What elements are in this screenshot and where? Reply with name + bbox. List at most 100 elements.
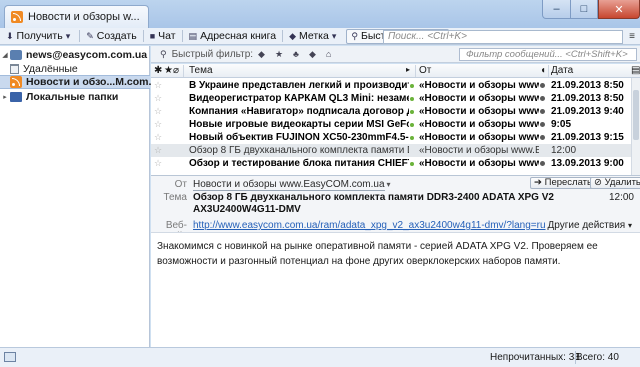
tab-feed[interactable]: Новости и обзоры w... <box>4 5 149 28</box>
get-messages-button[interactable]: ⬇ Получить ▾ <box>2 29 77 44</box>
row-from: «Новости и обзоры www.Ea... <box>419 132 539 143</box>
table-row[interactable]: ☆ Обзор и тестирование блока питания CHI… <box>151 157 631 170</box>
folder-pane: ◢ news@easycom.com.ua Удалённые Новости … <box>0 46 185 347</box>
message-subject: Обзор 8 ГБ двухканального комплекта памя… <box>193 192 554 215</box>
star-filter-icon[interactable]: ★ <box>275 49 283 60</box>
row-date: 21.09.2013 9:15 <box>551 132 624 143</box>
row-from: «Новости и обзоры www.Ea... <box>419 106 539 117</box>
chevron-down-icon: ▾ <box>331 30 337 41</box>
row-from: «Новости и обзоры www.Ea... <box>419 93 539 104</box>
unread-dot <box>410 97 414 101</box>
download-icon: ⬇ <box>6 30 14 41</box>
other-actions-button[interactable]: Другие действия ▾ <box>548 220 632 231</box>
read-status-icon[interactable] <box>540 161 545 166</box>
attachment-column-icon[interactable]: ⌀ <box>173 65 179 76</box>
compose-button[interactable]: ✎ Создать <box>82 29 140 44</box>
row-date: 21.09.2013 8:50 <box>551 93 624 104</box>
column-date[interactable]: Дата <box>551 65 573 76</box>
table-row[interactable]: ☆ Новый объектив FUJINON XC50-230mmF4.5-… <box>151 131 631 144</box>
row-date: 12:00 <box>551 145 577 156</box>
close-button[interactable]: ✕ <box>598 0 640 19</box>
message-body: Знакомимся с новинкой на рынке оперативн… <box>151 232 640 347</box>
star-icon[interactable]: ☆ <box>154 157 162 170</box>
unread-filter-icon[interactable]: ◆ <box>258 49 265 60</box>
folder-feed[interactable]: Новости и обзо...M.com.ua (33) <box>0 75 185 89</box>
maximize-button[interactable]: □ <box>571 0 598 19</box>
column-from[interactable]: От <box>419 65 431 76</box>
menu-icon[interactable]: ≡ <box>626 30 638 44</box>
chevron-down-icon[interactable]: ▾ <box>387 180 391 189</box>
read-status-icon[interactable] <box>540 109 545 114</box>
status-bar: Непрочитанных: 33 Всего: 40 <box>0 347 640 367</box>
contact-filter-icon[interactable]: ♣ <box>293 49 299 59</box>
column-picker-icon[interactable]: ▤ <box>631 65 640 76</box>
chat-button[interactable]: ■ Чат <box>146 29 180 44</box>
collapse-icon[interactable]: ◢ <box>0 51 10 59</box>
search-input[interactable]: Поиск... <Ctrl+K> <box>383 30 623 44</box>
star-column-icon[interactable]: ★ <box>164 65 173 76</box>
row-date: 9:05 <box>551 119 572 130</box>
read-status-icon[interactable] <box>540 96 545 101</box>
thread-column-icon[interactable]: ✱ <box>154 65 162 76</box>
minimize-button[interactable]: ‒ <box>542 0 571 19</box>
pin-icon[interactable]: ⚲ <box>160 49 167 60</box>
addressbook-button[interactable]: ▤ Адресная книга <box>185 29 281 44</box>
unread-count: Непрочитанных: 33 <box>490 352 580 363</box>
toolbar-separator <box>181 30 183 42</box>
toolbar-separator <box>282 30 284 42</box>
attachment-filter-icon[interactable]: ⌂ <box>326 49 331 59</box>
star-icon[interactable]: ☆ <box>154 105 162 118</box>
table-row[interactable]: ☆ Видеорегистратор КАРКАМ QL3 Mini: неза… <box>151 92 631 105</box>
star-icon[interactable]: ☆ <box>154 144 162 157</box>
row-date: 13.09.2013 9:00 <box>551 158 624 169</box>
row-date: 21.09.2013 8:50 <box>551 80 624 91</box>
folder-account[interactable]: ◢ news@easycom.com.ua <box>0 48 150 62</box>
rss-icon <box>11 11 23 23</box>
star-icon[interactable]: ☆ <box>154 79 162 92</box>
read-status-icon[interactable] <box>540 135 545 140</box>
star-icon[interactable]: ☆ <box>154 118 162 131</box>
filter-icon: ⚲ <box>351 30 358 41</box>
read-status-icon[interactable] <box>540 83 545 88</box>
addressbook-icon: ▤ <box>188 30 198 41</box>
read-status-icon[interactable] <box>540 122 545 127</box>
forward-button[interactable]: ➔ Переслать <box>530 177 596 189</box>
website-link[interactable]: http://www.easycom.com.ua/ram/adata_xpg_… <box>193 220 546 231</box>
tag-icon: ◆ <box>289 30 296 41</box>
row-subject: Обзор 8 ГБ двухканального комплекта памя… <box>189 145 409 156</box>
offline-status-icon[interactable] <box>4 352 16 362</box>
tag-button[interactable]: ◆ Метка ▾ <box>285 29 343 44</box>
thread-scrollbar[interactable] <box>631 78 640 175</box>
folder-trash[interactable]: Удалённые <box>0 62 150 76</box>
table-row-selected[interactable]: ☆ Обзор 8 ГБ двухканального комплекта па… <box>151 144 631 157</box>
table-row[interactable]: ☆ Компания «Навигатор» подписала договор… <box>151 105 631 118</box>
rss-icon <box>10 76 22 88</box>
star-icon[interactable]: ☆ <box>154 92 162 105</box>
forward-icon: ➔ <box>534 177 542 188</box>
row-date: 21.09.2013 9:40 <box>551 106 624 117</box>
column-subject[interactable]: Тема <box>189 65 213 76</box>
read-column-icon[interactable]: ◖ <box>540 65 546 76</box>
quick-filter-bar: ⚲ Быстрый фильтр: ◆ ★ ♣ ◆ ⌂ Фильтр сообщ… <box>151 46 640 63</box>
from-value[interactable]: Новости и обзоры www.EasyCOM.com.ua <box>193 179 385 191</box>
table-row[interactable]: ☆ В Украине представлен легкий и произво… <box>151 79 631 92</box>
filter-messages-input[interactable]: Фильтр сообщений... <Ctrl+Shift+K> <box>459 48 637 61</box>
table-row[interactable]: ☆ Новые игровые видеокарты серии MSI GeF… <box>151 118 631 131</box>
unread-dot <box>410 162 414 166</box>
row-subject: Компания «Навигатор» подписала договор д… <box>189 106 409 117</box>
expand-icon[interactable]: ▸ <box>0 93 10 101</box>
unread-dot <box>410 84 414 88</box>
delete-button[interactable]: ⊘ Удалить <box>590 177 640 189</box>
thread-header: ✱ ★ ⌀ Тема ▸ От ◖ Дата ▤ <box>151 64 640 78</box>
tag-label: Метка <box>298 30 329 42</box>
addressbook-label: Адресная книга <box>200 30 277 42</box>
forward-label: Переслать <box>544 177 592 188</box>
tag-filter-icon[interactable]: ◆ <box>309 49 316 60</box>
scrollbar-thumb[interactable] <box>633 90 639 140</box>
local-folder-icon <box>10 92 22 102</box>
folder-local[interactable]: ▸ Локальные папки <box>0 90 150 104</box>
star-icon[interactable]: ☆ <box>154 131 162 144</box>
chevron-down-icon[interactable]: ▾ <box>66 31 71 42</box>
quick-filter-bar-label: Быстрый фильтр: <box>171 48 254 60</box>
toolbar-separator <box>79 30 81 42</box>
